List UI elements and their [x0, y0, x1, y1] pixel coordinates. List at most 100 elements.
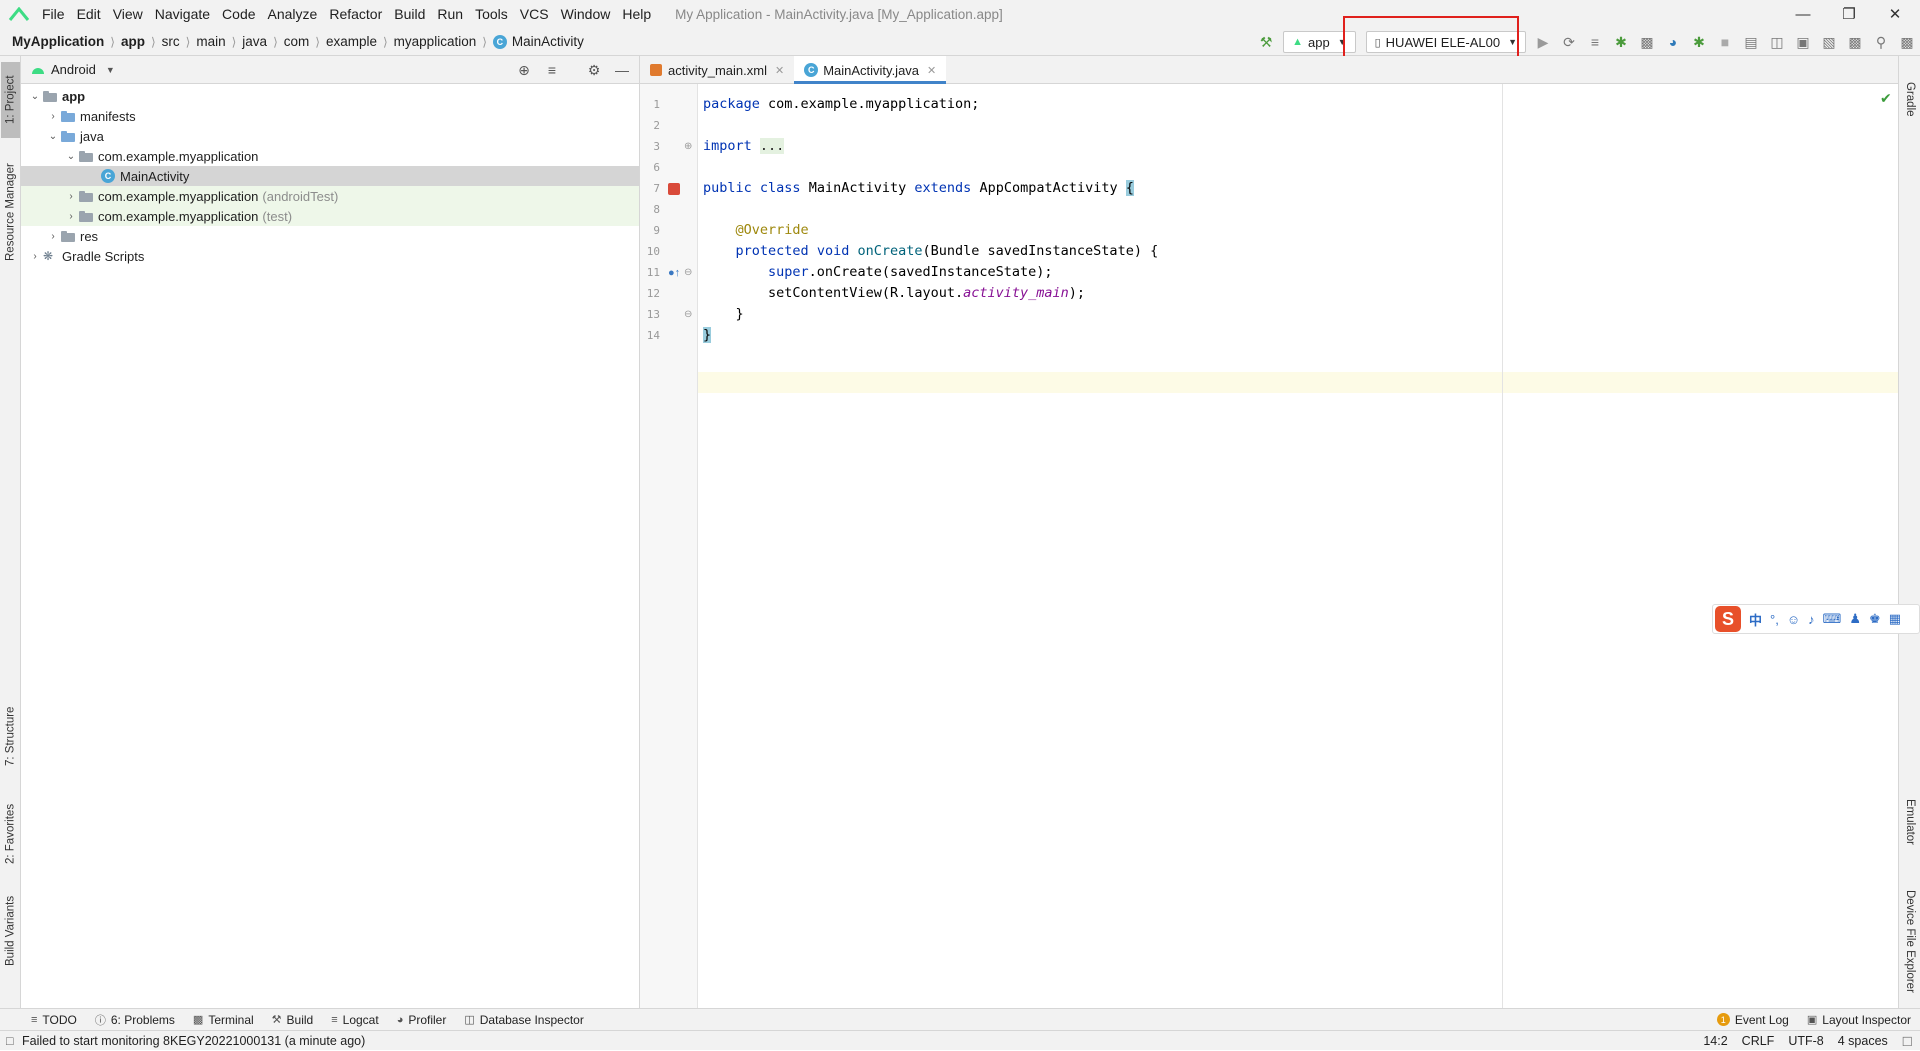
- chevron-right-icon[interactable]: ›: [45, 231, 61, 242]
- breadcrumb-myapplication[interactable]: myapplication: [390, 34, 481, 49]
- tree-item-package-test[interactable]: › com.example.myapplication (test): [21, 206, 639, 226]
- gear-icon[interactable]: ⚙: [583, 62, 605, 79]
- lock-icon[interactable]: ☐: [1895, 1034, 1920, 1049]
- activity-gutter-icon[interactable]: [668, 183, 680, 195]
- breadcrumb-mainactivity[interactable]: C MainActivity: [489, 34, 588, 49]
- chevron-down-icon[interactable]: ▼: [106, 65, 115, 75]
- emoji-icon[interactable]: ☺: [1787, 612, 1800, 627]
- keyboard-icon[interactable]: ⌨: [1823, 611, 1842, 627]
- tool-window-emulator[interactable]: Emulator: [1900, 782, 1920, 862]
- tool-event-log[interactable]: 1 Event Log: [1708, 1013, 1798, 1027]
- tree-item-res[interactable]: › res: [21, 226, 639, 246]
- tool-window-gradle[interactable]: Gradle: [1900, 64, 1920, 134]
- search-icon[interactable]: ⚲: [1868, 30, 1894, 54]
- minimize-icon[interactable]: —: [1780, 0, 1826, 28]
- menu-refactor[interactable]: Refactor: [323, 6, 388, 22]
- sync-gradle-icon[interactable]: ▤: [1738, 30, 1764, 54]
- tool-window-favorites[interactable]: 2: Favorites: [1, 792, 20, 876]
- skin-icon[interactable]: ♚: [1869, 611, 1881, 627]
- sdk-manager-icon[interactable]: ▧: [1816, 30, 1842, 54]
- fold-icon[interactable]: ⊖: [684, 309, 692, 320]
- menu-file[interactable]: File: [36, 6, 71, 22]
- chevron-right-icon[interactable]: ›: [27, 251, 43, 262]
- chevron-down-icon[interactable]: ⌄: [63, 151, 79, 162]
- chevron-right-icon[interactable]: ›: [45, 111, 61, 122]
- tool-window-project[interactable]: 1: Project: [1, 62, 20, 138]
- run-icon[interactable]: ▶: [1530, 30, 1556, 54]
- ime-lang-toggle[interactable]: 中: [1749, 610, 1762, 629]
- grid-icon[interactable]: ▦: [1889, 611, 1901, 627]
- code-line-7[interactable]: public class MainActivity extends AppCom…: [703, 178, 1134, 199]
- code-line-1[interactable]: package com.example.myapplication;: [703, 94, 979, 115]
- code-line-11[interactable]: super.onCreate(savedInstanceState);: [703, 262, 1052, 283]
- status-message[interactable]: Failed to start monitoring 8KEGY20221000…: [22, 1034, 365, 1048]
- user-icon[interactable]: ♟: [1849, 611, 1861, 627]
- menu-code[interactable]: Code: [216, 6, 261, 22]
- tree-item-mainactivity[interactable]: C MainActivity: [21, 166, 639, 186]
- menu-help[interactable]: Help: [616, 6, 657, 22]
- breadcrumb-java[interactable]: java: [238, 34, 271, 49]
- code-line-14[interactable]: }: [703, 325, 712, 346]
- locate-file-icon[interactable]: ⊕: [513, 62, 535, 79]
- ime-logo[interactable]: S: [1715, 606, 1741, 632]
- breadcrumb-main[interactable]: main: [192, 34, 229, 49]
- tree-item-app[interactable]: ⌄ app: [21, 86, 639, 106]
- apply-changes-restart-icon[interactable]: ⟳: [1556, 30, 1582, 54]
- menu-vcs[interactable]: VCS: [514, 6, 555, 22]
- menu-view[interactable]: View: [107, 6, 149, 22]
- tool-window-resource-manager[interactable]: Resource Manager: [1, 152, 20, 272]
- chevron-down-icon[interactable]: ⌄: [45, 131, 61, 142]
- indent-setting[interactable]: 4 spaces: [1831, 1034, 1895, 1048]
- code-line-9[interactable]: @Override: [703, 220, 809, 241]
- breadcrumb-module[interactable]: app: [117, 34, 149, 49]
- layout-inspector-icon[interactable]: ▩: [1842, 30, 1868, 54]
- chevron-right-icon[interactable]: ›: [63, 211, 79, 222]
- fold-icon[interactable]: ⊖: [684, 267, 692, 278]
- cursor-position[interactable]: 14:2: [1696, 1034, 1734, 1048]
- close-tab-icon[interactable]: ✕: [775, 64, 784, 77]
- hide-panel-icon[interactable]: —: [611, 62, 633, 78]
- menu-build[interactable]: Build: [388, 6, 431, 22]
- microphone-icon[interactable]: ♪: [1808, 612, 1815, 627]
- tool-terminal[interactable]: ▩ Terminal: [184, 1013, 263, 1027]
- line-separator[interactable]: CRLF: [1735, 1034, 1782, 1048]
- tool-profiler[interactable]: ◕ Profiler: [388, 1013, 456, 1027]
- collapse-all-icon[interactable]: ≡: [541, 62, 563, 78]
- menu-analyze[interactable]: Analyze: [262, 6, 324, 22]
- close-tab-icon[interactable]: ✕: [927, 64, 936, 77]
- tree-item-java[interactable]: ⌄ java: [21, 126, 639, 146]
- apply-code-changes-icon[interactable]: ≡: [1582, 30, 1608, 54]
- tree-item-gradle-scripts[interactable]: › ❋ Gradle Scripts: [21, 246, 639, 266]
- tool-layout-inspector[interactable]: ▣ Layout Inspector: [1798, 1013, 1920, 1027]
- tree-item-manifests[interactable]: › manifests: [21, 106, 639, 126]
- tool-window-build-variants[interactable]: Build Variants: [1, 886, 20, 976]
- tool-database-inspector[interactable]: ◫ Database Inspector: [455, 1013, 592, 1027]
- code-line-3[interactable]: import ...: [703, 136, 785, 157]
- code-line-12[interactable]: setContentView(R.layout.activity_main);: [703, 283, 1085, 304]
- fold-icon[interactable]: ⊕: [684, 141, 692, 152]
- tool-window-structure[interactable]: 7: Structure: [1, 696, 20, 776]
- project-structure-icon[interactable]: ◫: [1764, 30, 1790, 54]
- avd-manager-icon[interactable]: ▣: [1790, 30, 1816, 54]
- stop-icon[interactable]: ■: [1712, 30, 1738, 54]
- settings-icon[interactable]: ▩: [1894, 30, 1920, 54]
- menu-navigate[interactable]: Navigate: [149, 6, 216, 22]
- breadcrumb-src[interactable]: src: [158, 34, 184, 49]
- breadcrumb-project[interactable]: MyApplication: [0, 34, 108, 49]
- chevron-down-icon[interactable]: ⌄: [27, 91, 43, 102]
- tree-item-package-androidtest[interactable]: › com.example.myapplication (androidTest…: [21, 186, 639, 206]
- tree-item-package[interactable]: ⌄ com.example.myapplication: [21, 146, 639, 166]
- profile-icon[interactable]: ◕: [1660, 30, 1686, 54]
- tool-logcat[interactable]: ≡ Logcat: [322, 1013, 387, 1027]
- ime-toolbar[interactable]: S 中 °, ☺ ♪ ⌨ ♟ ♚ ▦: [1712, 604, 1920, 634]
- close-icon[interactable]: ✕: [1872, 0, 1918, 28]
- tab-mainactivity-java[interactable]: C MainActivity.java ✕: [794, 56, 947, 84]
- tool-problems[interactable]: ⓘ 6: Problems: [86, 1012, 184, 1028]
- punctuation-icon[interactable]: °,: [1770, 612, 1779, 627]
- code-line-10[interactable]: protected void onCreate(Bundle savedInst…: [703, 241, 1159, 262]
- chevron-right-icon[interactable]: ›: [63, 191, 79, 202]
- menu-window[interactable]: Window: [555, 6, 617, 22]
- restore-icon[interactable]: ❐: [1826, 0, 1872, 28]
- breadcrumb-com[interactable]: com: [280, 34, 314, 49]
- menu-tools[interactable]: Tools: [469, 6, 514, 22]
